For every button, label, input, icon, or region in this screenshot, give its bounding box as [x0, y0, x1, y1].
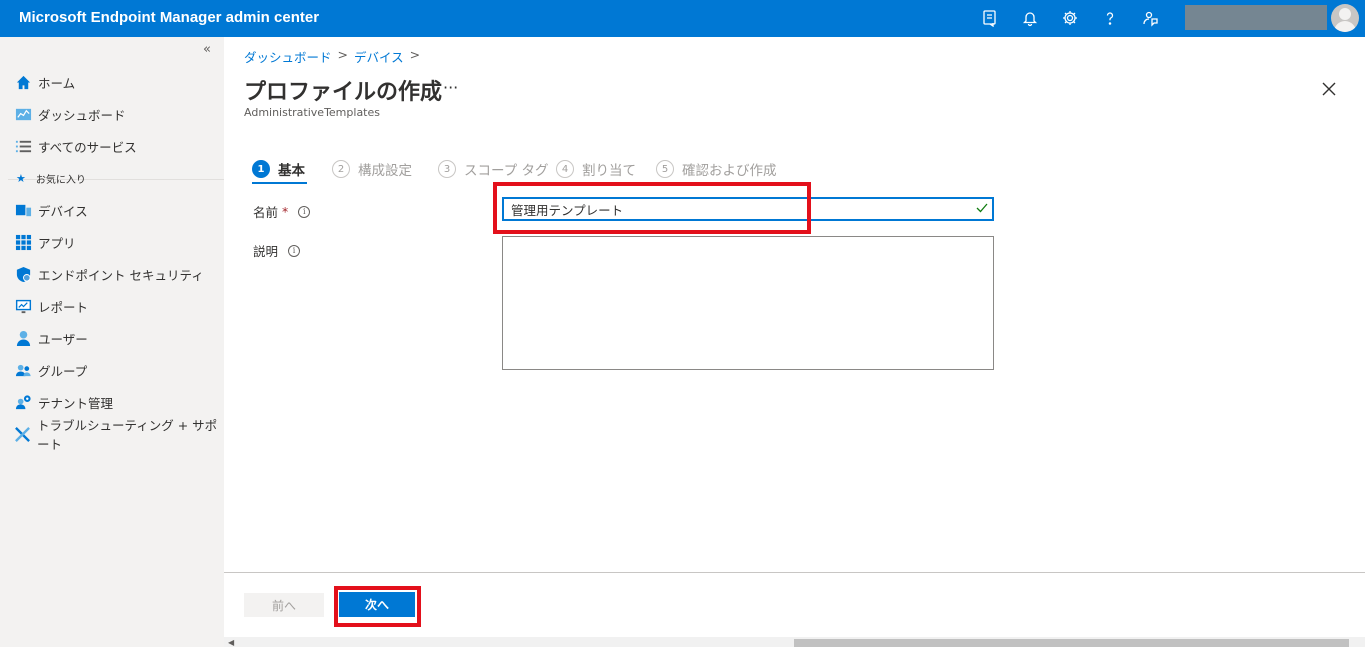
- previous-button[interactable]: 前へ: [244, 593, 324, 617]
- checkmark-icon: [975, 201, 989, 215]
- collapse-sidebar-button[interactable]: «: [203, 42, 211, 57]
- step-basics[interactable]: 1 基本: [252, 156, 305, 182]
- page-subtitle: AdministrativeTemplates: [244, 106, 380, 119]
- sidebar-item-label: ユーザー: [38, 331, 88, 347]
- sidebar-item-label: トラブルシューティング + サポート: [37, 418, 218, 452]
- gear-icon[interactable]: [1057, 6, 1083, 30]
- group-icon: [14, 361, 32, 379]
- sidebar-item-label: ホーム: [38, 75, 76, 91]
- favorites-header: ★ お気に入り: [16, 171, 86, 186]
- sidebar-item-label: ダッシュボード: [38, 107, 126, 123]
- scroll-left-icon[interactable]: ◀: [228, 638, 234, 647]
- help-icon[interactable]: [1097, 6, 1123, 30]
- close-icon[interactable]: [1320, 80, 1338, 98]
- page-title: プロファイルの作成: [244, 80, 443, 105]
- devices-icon: [14, 201, 32, 219]
- feedback-person-icon[interactable]: [1137, 6, 1163, 30]
- sidebar-item-tenant-admin[interactable]: テナント管理: [0, 387, 224, 417]
- sidebar-item-dashboard[interactable]: ダッシュボード: [0, 99, 224, 129]
- report-icon: [14, 297, 32, 315]
- name-label: 名前 * i: [253, 202, 311, 221]
- home-icon: [14, 73, 32, 91]
- tenant-icon: [14, 393, 32, 411]
- sidebar-item-label: エンドポイント セキュリティ: [38, 267, 204, 283]
- sidebar-item-all-services[interactable]: すべてのサービス: [0, 131, 224, 161]
- user-icon: [14, 329, 32, 347]
- sidebar-item-devices[interactable]: デバイス: [0, 195, 224, 225]
- step-assignments[interactable]: 4 割り当て: [556, 156, 636, 182]
- footer-divider: [224, 572, 1365, 573]
- active-step-underline: [252, 182, 307, 184]
- sidebar-item-label: レポート: [38, 299, 89, 315]
- next-button[interactable]: 次へ: [339, 592, 415, 617]
- info-icon[interactable]: i: [288, 244, 301, 257]
- app-title[interactable]: Microsoft Endpoint Manager admin center: [19, 9, 319, 26]
- info-icon[interactable]: i: [298, 205, 311, 218]
- step-configuration[interactable]: 2 構成設定: [332, 156, 412, 182]
- sidebar-item-label: グループ: [38, 363, 88, 379]
- top-bar: Microsoft Endpoint Manager admin center: [0, 0, 1365, 37]
- highlight-annotation-name: [493, 182, 811, 234]
- sidebar: « ホーム ダッシュボード すべてのサービス ★ お気に入り デバイス アプリ …: [0, 37, 224, 647]
- horizontal-scrollbar[interactable]: ◀: [224, 637, 1365, 647]
- device-feedback-icon[interactable]: [977, 6, 1003, 30]
- sidebar-item-groups[interactable]: グループ: [0, 355, 224, 385]
- breadcrumb-separator: >: [337, 47, 348, 62]
- scrollbar-thumb[interactable]: [794, 639, 1349, 647]
- bell-icon[interactable]: [1017, 6, 1043, 30]
- more-options-button[interactable]: ···: [443, 78, 458, 97]
- shield-icon: [14, 265, 32, 283]
- sidebar-item-users[interactable]: ユーザー: [0, 323, 224, 353]
- step-scope-tags[interactable]: 3 スコープ タグ: [438, 156, 548, 182]
- dashboard-icon: [14, 105, 32, 123]
- breadcrumb-link-dashboard[interactable]: ダッシュボード: [244, 47, 332, 66]
- sidebar-item-label: テナント管理: [38, 395, 114, 411]
- sidebar-item-label: アプリ: [38, 235, 76, 251]
- required-asterisk: *: [282, 204, 289, 219]
- breadcrumb-link-devices[interactable]: デバイス: [354, 47, 404, 66]
- breadcrumb-separator: >: [409, 47, 421, 62]
- user-account-name[interactable]: [1185, 5, 1327, 30]
- sidebar-item-troubleshooting[interactable]: トラブルシューティング + サポート: [0, 418, 224, 452]
- apps-icon: [14, 233, 32, 251]
- breadcrumb: ダッシュボード > デバイス >: [244, 47, 420, 66]
- step-review-create[interactable]: 5 確認および作成: [656, 156, 777, 182]
- sidebar-item-home[interactable]: ホーム: [0, 67, 224, 97]
- sidebar-item-label: すべてのサービス: [38, 139, 137, 155]
- description-label: 説明 i: [253, 241, 301, 260]
- star-icon: ★: [16, 171, 26, 185]
- sidebar-item-reports[interactable]: レポート: [0, 291, 224, 321]
- avatar[interactable]: [1331, 4, 1359, 32]
- tools-icon: [14, 425, 31, 443]
- sidebar-item-label: デバイス: [38, 203, 88, 219]
- description-textarea[interactable]: [502, 236, 994, 370]
- sidebar-item-endpoint-security[interactable]: エンドポイント セキュリティ: [0, 259, 224, 289]
- sidebar-item-apps[interactable]: アプリ: [0, 227, 224, 257]
- list-icon: [14, 137, 32, 155]
